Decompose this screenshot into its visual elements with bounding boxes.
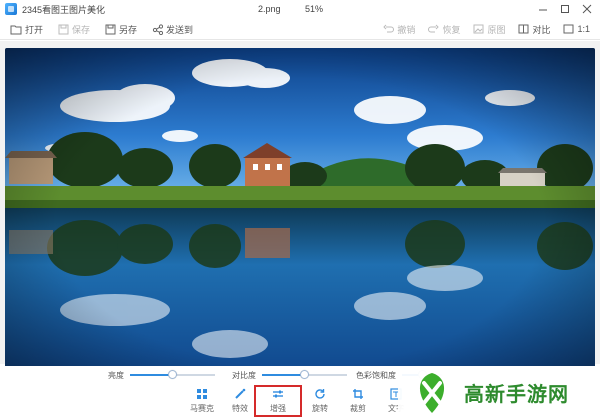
title-bar: 2345看图王图片美化 2.png 51% (0, 0, 600, 18)
app-logo-icon (5, 3, 17, 15)
rotate-icon (313, 387, 327, 401)
original-image-button[interactable]: 原图 (472, 21, 505, 37)
saturation-label: 色彩饱和度 (356, 370, 396, 380)
contrast-slider[interactable] (262, 370, 347, 379)
original-image-label: 原图 (487, 24, 506, 35)
save-icon (57, 23, 69, 35)
share-icon (151, 23, 163, 35)
maximize-button[interactable] (558, 2, 572, 16)
watermark-text: 高新手游网 (464, 384, 569, 406)
contrast-slider-thumb[interactable] (300, 370, 309, 379)
enhance-tool-button[interactable]: 增强 (254, 385, 302, 417)
minimize-button[interactable] (536, 2, 550, 16)
contrast-label: 对比度 (232, 370, 256, 380)
close-icon (582, 4, 592, 14)
redo-button[interactable]: 恢复 (427, 21, 460, 37)
document-name: 2.png (258, 4, 281, 14)
undo-label: 撤销 (397, 24, 416, 35)
crop-tool-button[interactable]: 裁剪 (338, 387, 378, 417)
effects-label: 特效 (232, 404, 248, 413)
minimize-icon (539, 9, 547, 11)
save-as-button[interactable]: 另存 (104, 21, 137, 37)
original-image-icon (472, 23, 484, 35)
lake-landscape-photo (5, 48, 595, 397)
zoom-level: 51% (305, 4, 324, 14)
redo-icon (427, 23, 439, 35)
save-button[interactable]: 保存 (57, 21, 90, 37)
site-watermark: 高新手游网 (398, 366, 600, 419)
rotate-label: 旋转 (312, 404, 328, 413)
actual-size-label: 1:1 (577, 24, 590, 34)
magic-wand-icon (233, 387, 247, 401)
actual-size-button[interactable]: 1:1 (562, 21, 590, 37)
folder-open-icon (10, 23, 22, 35)
undo-icon (382, 23, 394, 35)
open-button[interactable]: 打开 (10, 21, 43, 37)
image-canvas[interactable] (0, 41, 600, 397)
compare-button[interactable]: 对比 (517, 21, 550, 37)
window-controls (536, 2, 594, 16)
compare-label: 对比 (532, 24, 551, 35)
top-toolbar: 打开 保存 另存 发送到 撤销 恢复 原图 对比 1:1 (0, 18, 600, 40)
crop-icon (351, 387, 365, 401)
sliders-icon (271, 387, 285, 401)
close-button[interactable] (580, 2, 594, 16)
app-title: 2345看图王图片美化 (22, 4, 106, 15)
send-to-label: 发送到 (166, 24, 194, 35)
brightness-slider-group: 亮度 (108, 366, 215, 384)
brightness-label: 亮度 (108, 370, 124, 380)
mosaic-tool-button[interactable]: 马赛克 (182, 387, 222, 417)
undo-button[interactable]: 撤销 (382, 21, 415, 37)
redo-label: 恢复 (442, 24, 461, 35)
mosaic-icon (195, 387, 209, 401)
watermark-logo-icon (419, 372, 445, 413)
save-label: 保存 (72, 24, 91, 35)
save-as-label: 另存 (119, 24, 138, 35)
compare-icon (517, 23, 529, 35)
save-as-icon (104, 23, 116, 35)
open-label: 打开 (25, 24, 44, 35)
crop-label: 裁剪 (350, 404, 366, 413)
rotate-tool-button[interactable]: 旋转 (300, 387, 340, 417)
brightness-slider[interactable] (130, 370, 215, 379)
mosaic-label: 马赛克 (190, 404, 214, 413)
brightness-slider-fill (130, 374, 173, 376)
maximize-icon (561, 5, 569, 13)
enhance-label: 增强 (270, 404, 286, 413)
brightness-slider-thumb[interactable] (168, 370, 177, 379)
actual-size-icon (562, 23, 574, 35)
contrast-slider-group: 对比度 (232, 366, 347, 384)
contrast-slider-fill (262, 374, 305, 376)
send-to-button[interactable]: 发送到 (151, 21, 193, 37)
